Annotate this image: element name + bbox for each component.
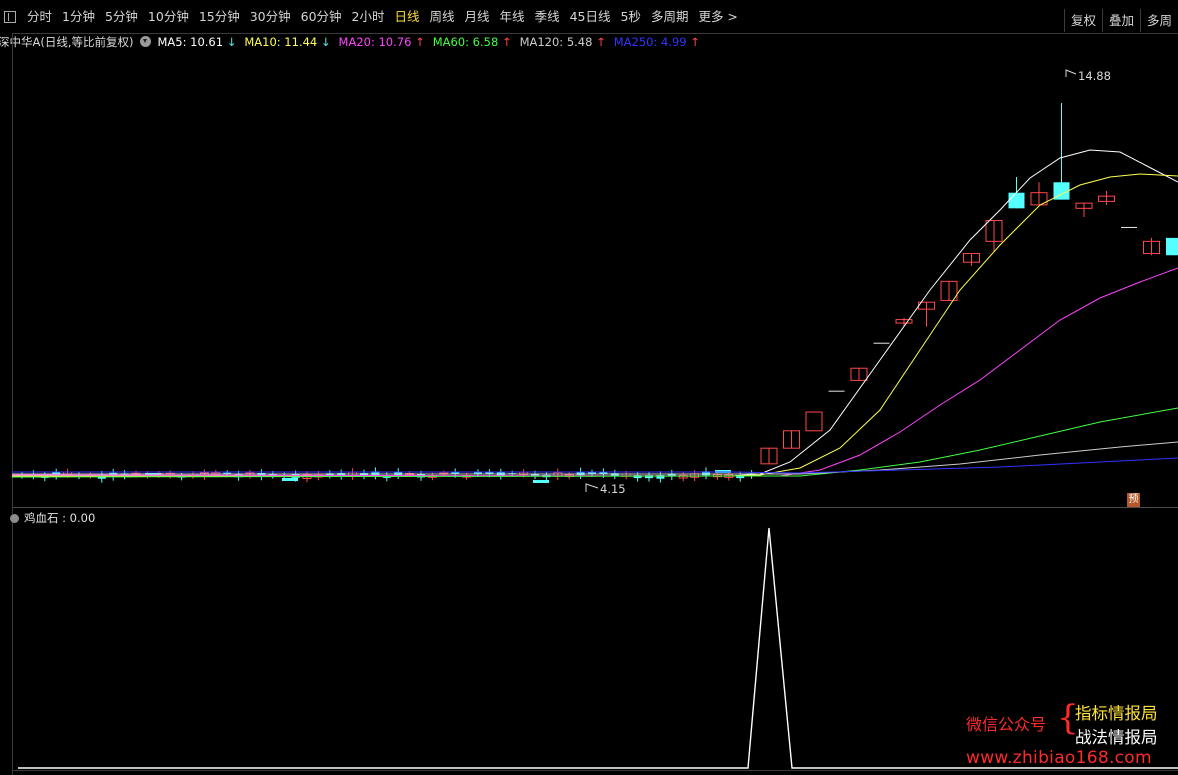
watermark-wechat: 微信公众号	[966, 715, 1047, 734]
candlestick-chart[interactable]	[0, 0, 1178, 775]
low-price-marker	[585, 483, 599, 492]
high-price-marker	[1065, 69, 1077, 77]
high-price-label: 14.88	[1078, 69, 1111, 83]
candle-body	[1008, 192, 1025, 209]
ma120-line	[12, 441, 1178, 475]
watermark-line1: 指标情报局	[1075, 704, 1158, 723]
candle-body	[533, 480, 549, 483]
watermark-url: www.zhibiao168.com	[966, 748, 1152, 768]
watermark-line2: 战法情报局	[1075, 728, 1158, 747]
ma250-line	[12, 457, 1178, 474]
candle-body	[282, 478, 298, 481]
low-price-label: 4.15	[600, 482, 626, 496]
indicator-title: 鸡血石 : 0.00	[10, 510, 95, 526]
indicator-toggle-icon[interactable]	[10, 513, 19, 523]
candle-body	[1166, 237, 1178, 256]
candle-body	[805, 411, 823, 432]
ma5-line	[12, 149, 1178, 477]
indicator-label: 鸡血石 : 0.00	[24, 511, 96, 525]
ma10-line	[12, 173, 1178, 477]
forecast-badge[interactable]: 预	[1127, 493, 1140, 507]
